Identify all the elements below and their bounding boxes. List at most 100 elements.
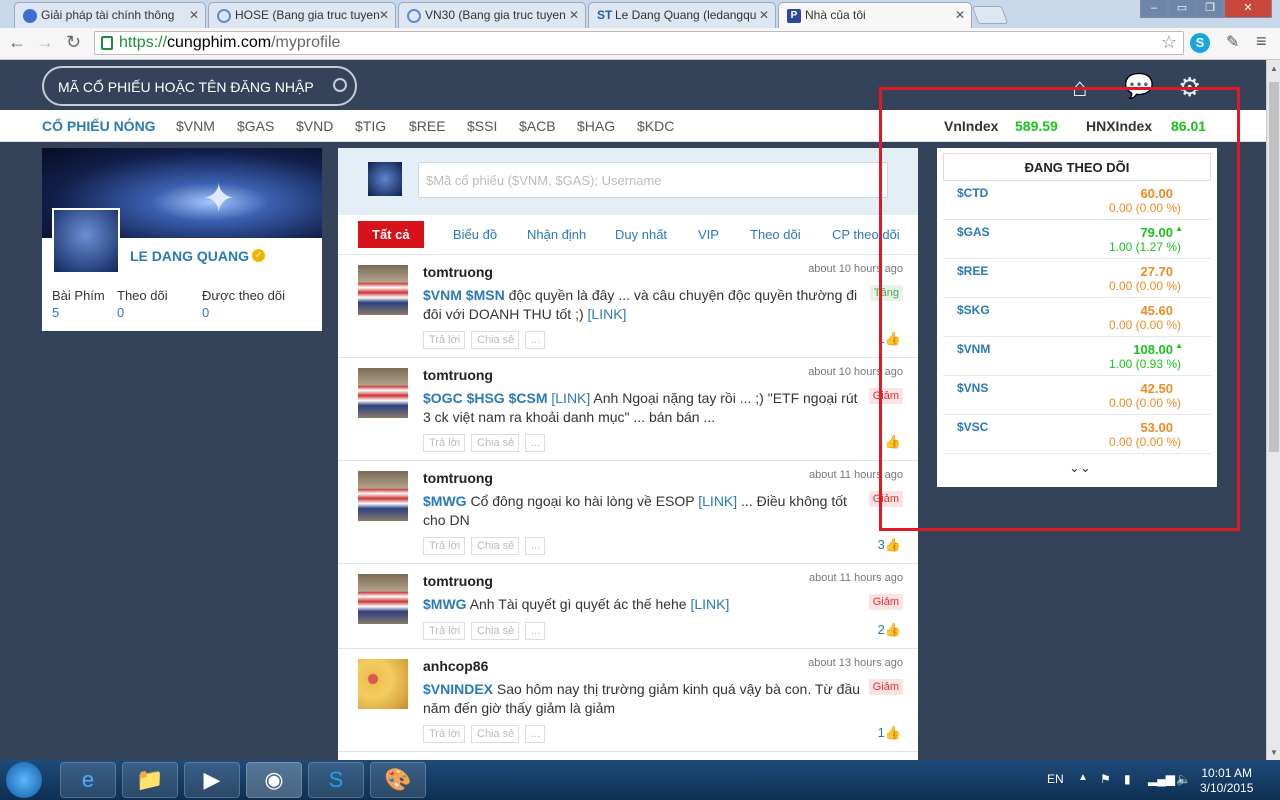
hot-ticker-link[interactable]: $VNM xyxy=(176,118,215,134)
post-avatar[interactable] xyxy=(358,471,408,521)
new-tab-button[interactable] xyxy=(971,6,1009,24)
language-indicator[interactable]: EN xyxy=(1047,772,1064,786)
more-button[interactable]: ... xyxy=(525,622,546,640)
hot-ticker-link[interactable]: $KDC xyxy=(637,118,674,134)
back-icon[interactable]: ← xyxy=(8,32,26,53)
reply-button[interactable]: Trả lời xyxy=(423,537,466,555)
close-icon[interactable]: ✕ xyxy=(569,8,579,22)
scroll-up-icon[interactable]: ▲ xyxy=(1270,64,1278,73)
browser-tab-active[interactable]: P Nhà của tôi ✕ xyxy=(778,2,972,28)
file-explorer-icon[interactable]: 📁 xyxy=(122,762,178,798)
post-username[interactable]: tomtruong xyxy=(423,470,493,486)
forward-icon[interactable]: → xyxy=(36,32,54,53)
share-button[interactable]: Chia sẻ xyxy=(471,537,520,555)
post-avatar[interactable] xyxy=(358,368,408,418)
browser-tab[interactable]: HOSE (Bang gia truc tuyen ✕ xyxy=(208,2,396,28)
tab-charts[interactable]: Biểu đồ xyxy=(453,227,497,242)
post-avatar[interactable] xyxy=(358,659,408,709)
hot-ticker-link[interactable]: $SSI xyxy=(467,118,497,134)
scrollbar-thumb[interactable] xyxy=(1269,82,1279,452)
more-button[interactable]: ... xyxy=(525,331,546,349)
post-username[interactable]: anhcop86 xyxy=(423,658,488,674)
browser-tab[interactable]: Giải pháp tài chính thông ✕ xyxy=(14,2,206,28)
post-tickers[interactable]: $VNINDEX xyxy=(423,681,493,697)
browser-tab[interactable]: ST Le Dang Quang (ledangqu ✕ xyxy=(588,2,776,28)
address-bar[interactable]: https://cungphim.com/myprofile ☆ xyxy=(94,31,1184,55)
hot-ticker-link[interactable]: $TIG xyxy=(355,118,386,134)
post-avatar[interactable] xyxy=(358,265,408,315)
tab-unique[interactable]: Duy nhất xyxy=(615,227,667,242)
user-button[interactable]: ▭ xyxy=(1168,0,1196,18)
share-button[interactable]: Chia sẻ xyxy=(471,331,520,349)
more-button[interactable]: ... xyxy=(525,725,546,743)
tray-expand-icon[interactable]: ▲ xyxy=(1078,772,1088,783)
menu-icon[interactable]: ≡ xyxy=(1256,31,1267,52)
post-username[interactable]: tomtruong xyxy=(423,367,493,383)
hot-ticker-link[interactable]: $VND xyxy=(296,118,333,134)
composer-input[interactable]: $Mã cổ phiếu ($VNM, $GAS); Username xyxy=(418,162,888,198)
post-avatar[interactable] xyxy=(358,574,408,624)
post-link[interactable]: [LINK] xyxy=(690,596,729,612)
paint-icon[interactable]: 🎨 xyxy=(370,762,426,798)
page-scrollbar[interactable]: ▲ ▼ xyxy=(1266,60,1280,760)
restore-button[interactable]: ❐ xyxy=(1196,0,1224,18)
more-button[interactable]: ... xyxy=(525,434,546,452)
close-icon[interactable]: ✕ xyxy=(955,8,965,22)
post-tickers[interactable]: $MWG xyxy=(423,493,467,509)
share-button[interactable]: Chia sẻ xyxy=(471,725,520,743)
browser-tab[interactable]: VN30 (Bang gia truc tuyen ✕ xyxy=(398,2,586,28)
hot-ticker-link[interactable]: $ACB xyxy=(519,118,556,134)
tab-vip[interactable]: VIP xyxy=(698,227,719,242)
hot-ticker-link[interactable]: $REE xyxy=(409,118,446,134)
search-icon[interactable] xyxy=(333,78,347,92)
reload-icon[interactable]: ↻ xyxy=(66,32,81,53)
reply-button[interactable]: Trả lời xyxy=(423,331,466,349)
skype-icon[interactable]: S xyxy=(308,762,364,798)
share-button[interactable]: Chia sẻ xyxy=(471,434,520,452)
tab-analysis[interactable]: Nhận định xyxy=(527,227,586,242)
stat-following-value[interactable]: 0 xyxy=(117,305,124,320)
internet-explorer-icon[interactable]: e xyxy=(60,762,116,798)
media-player-icon[interactable]: ▶ xyxy=(184,762,240,798)
like-button[interactable]: 1👍 xyxy=(878,725,901,741)
reply-button[interactable]: Trả lời xyxy=(423,622,466,640)
tab-all[interactable]: Tất cả xyxy=(358,221,424,248)
scroll-down-icon[interactable]: ▼ xyxy=(1270,748,1278,757)
system-clock[interactable]: 10:01 AM 3/10/2015 xyxy=(1200,766,1253,796)
close-icon[interactable]: ✕ xyxy=(189,8,199,22)
start-button[interactable] xyxy=(6,762,42,798)
like-button[interactable]: 2👍 xyxy=(878,622,901,638)
post-link[interactable]: [LINK] xyxy=(698,493,737,509)
minimize-button[interactable]: – xyxy=(1140,0,1168,18)
profile-name[interactable]: LE DANG QUANG xyxy=(130,248,249,264)
post-username[interactable]: tomtruong xyxy=(423,573,493,589)
stat-followers-value[interactable]: 0 xyxy=(202,305,209,320)
post-link[interactable]: [LINK] xyxy=(551,390,590,406)
share-button[interactable]: Chia sẻ xyxy=(471,622,520,640)
close-icon[interactable]: ✕ xyxy=(759,8,769,22)
reply-button[interactable]: Trả lời xyxy=(423,725,466,743)
chrome-icon[interactable]: ◉ xyxy=(246,762,302,798)
stat-posts-value[interactable]: 5 xyxy=(52,305,59,320)
tool-extension-icon[interactable]: ✎ xyxy=(1226,32,1239,52)
like-button[interactable]: 3👍 xyxy=(878,537,901,553)
skype-extension-icon[interactable]: S xyxy=(1190,33,1210,53)
hot-ticker-link[interactable]: $HAG xyxy=(577,118,615,134)
tab-following[interactable]: Theo dõi xyxy=(750,227,801,242)
post-tickers[interactable]: $VNM $MSN xyxy=(423,287,505,303)
post-username[interactable]: tomtruong xyxy=(423,264,493,280)
power-icon[interactable]: ▮ xyxy=(1124,772,1131,786)
more-button[interactable]: ... xyxy=(525,537,546,555)
post-tickers[interactable]: $OGC $HSG $CSM xyxy=(423,390,547,406)
volume-icon[interactable]: 🔈 xyxy=(1176,772,1191,786)
search-input[interactable]: MÃ CỔ PHIẾU HOẶC TÊN ĐĂNG NHẬP xyxy=(42,66,357,106)
close-icon[interactable]: ✕ xyxy=(379,8,389,22)
hot-ticker-link[interactable]: $GAS xyxy=(237,118,274,134)
network-icon[interactable]: ▂▄▆ xyxy=(1148,772,1175,786)
bookmark-star-icon[interactable]: ☆ xyxy=(1161,32,1177,53)
avatar[interactable] xyxy=(52,208,120,274)
close-window-button[interactable]: ✕ xyxy=(1224,0,1272,18)
post-tickers[interactable]: $MWG xyxy=(423,596,467,612)
post-link[interactable]: [LINK] xyxy=(588,306,627,322)
reply-button[interactable]: Trả lời xyxy=(423,434,466,452)
